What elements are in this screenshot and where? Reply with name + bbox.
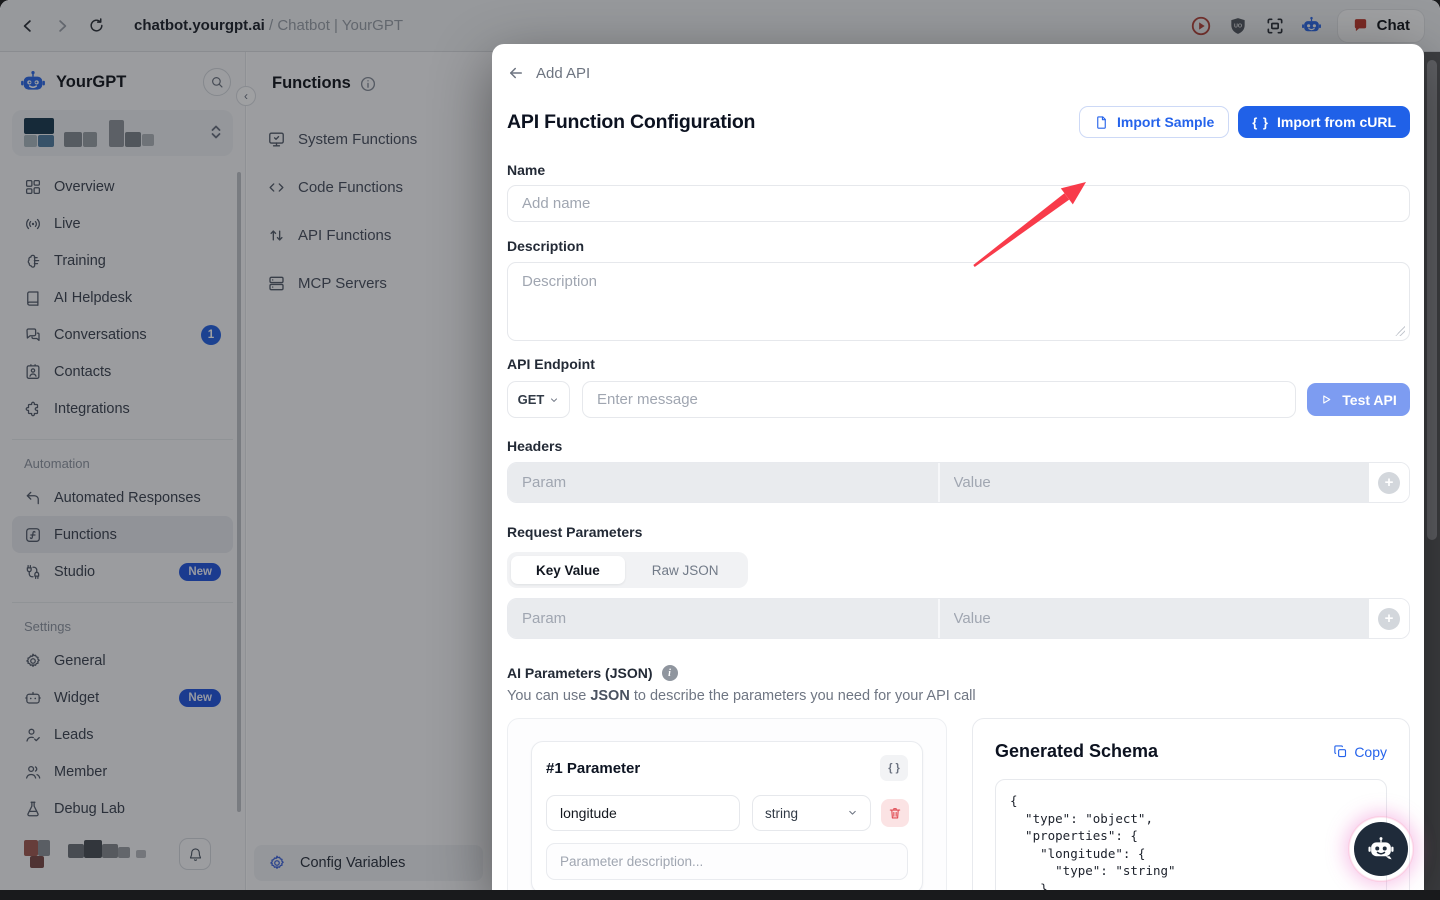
add-param-button[interactable]: + [1369,599,1409,638]
ai-parameters-label: AI Parameters (JSON) [507,665,653,681]
schema-code-line: "type": "object", [1010,810,1372,828]
parameter-name-input[interactable] [546,795,740,831]
generated-schema-card: Generated Schema Copy { "type": "object"… [972,718,1410,890]
value-input[interactable] [940,610,1370,627]
trash-icon [888,806,902,820]
plus-icon: + [1378,472,1400,494]
request-params-tabs: Key Value Raw JSON [507,552,748,588]
braces-icon: { } [1252,115,1269,130]
parameters-container: #1 Parameter { } string [507,718,947,890]
modal-title: API Function Configuration [507,111,755,134]
chat-widget-button[interactable] [1354,822,1408,876]
headers-row: + [507,462,1410,503]
browser-window: chatbot.yourgpt.ai / Chatbot | YourGPT U… [0,0,1440,890]
request-params-row: + [507,598,1410,639]
generated-schema-title: Generated Schema [995,741,1158,762]
document-icon [1094,115,1109,130]
ai-parameters-hint: You can use JSON to describe the paramet… [507,688,1410,704]
import-curl-button[interactable]: { } Import from cURL [1238,106,1410,138]
plus-icon: + [1378,608,1400,630]
add-header-button[interactable]: + [1369,463,1409,502]
schema-code-line: "longitude": { [1010,845,1372,863]
parameter-description-input[interactable] [546,843,908,880]
chevron-down-icon [549,395,559,405]
tab-key-value[interactable]: Key Value [511,556,625,584]
back-to-list[interactable]: Add API [507,64,1410,82]
copy-schema-button[interactable]: Copy [1333,744,1387,760]
robot-face-icon [1365,833,1397,865]
play-icon [1320,393,1333,406]
test-api-button[interactable]: Test API [1307,383,1410,416]
parameter-type-select[interactable]: string [752,795,871,831]
endpoint-label: API Endpoint [507,356,1410,372]
screen: chatbot.yourgpt.ai / Chatbot | YourGPT U… [0,0,1440,900]
copy-icon [1333,744,1348,759]
header-param-cell [508,463,938,502]
annotation-arrow [938,168,1098,278]
back-label: Add API [536,65,590,82]
chat-widget-glow [1348,816,1414,882]
page-scrollbar[interactable] [1424,52,1440,890]
request-parameters-label: Request Parameters [507,524,1410,540]
value-cell [940,599,1370,638]
headers-label: Headers [507,438,1410,454]
chevron-down-icon [847,806,858,821]
header-value-cell [940,463,1370,502]
endpoint-input[interactable] [582,381,1296,418]
parameter-card: #1 Parameter { } string [531,741,923,890]
schema-code-line: "properties": { [1010,827,1372,845]
resize-handle[interactable] [1395,326,1405,336]
schema-code-line: }, [1010,880,1372,891]
method-select[interactable]: GET [507,381,570,418]
parameter-json-button[interactable]: { } [880,755,908,781]
tab-raw-json[interactable]: Raw JSON [627,556,744,584]
arrow-left-icon [507,64,525,82]
param-input[interactable] [508,610,938,627]
parameter-card-title: #1 Parameter [546,760,640,777]
schema-code-line: "type": "string" [1010,862,1372,880]
header-value-input[interactable] [940,474,1370,491]
schema-code-line: { [1010,792,1372,810]
header-param-input[interactable] [508,474,938,491]
info-icon[interactable]: i [662,665,678,681]
delete-parameter-button[interactable] [881,799,909,827]
page-scrollbar-thumb[interactable] [1427,60,1437,540]
schema-code-block: { "type": "object", "properties": { "lon… [995,779,1387,890]
param-cell [508,599,938,638]
import-sample-button[interactable]: Import Sample [1079,106,1229,138]
